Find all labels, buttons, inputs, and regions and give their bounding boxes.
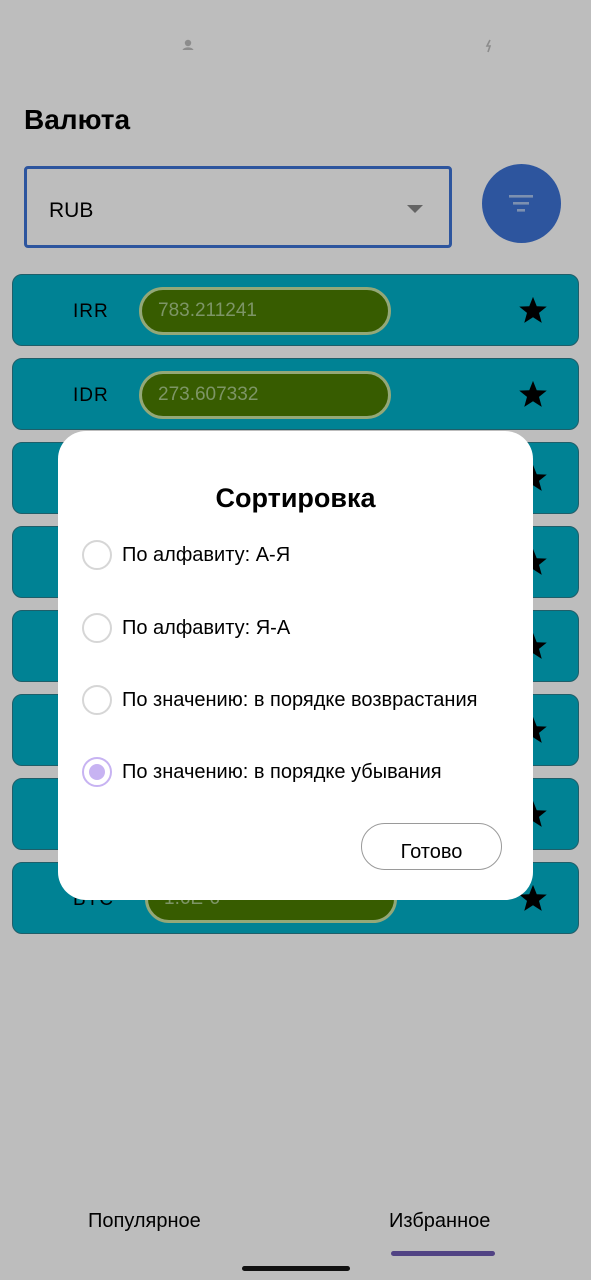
sort-option-alpha-asc[interactable]: По алфавиту: А-Я [82, 536, 522, 576]
sort-option-label: По алфавиту: Я-А [122, 617, 291, 639]
radio-button[interactable] [82, 613, 112, 643]
home-indicator[interactable] [242, 1266, 350, 1271]
done-button[interactable]: Готово [361, 823, 502, 870]
radio-button[interactable] [82, 685, 112, 715]
sort-option-value-desc[interactable]: По значению: в порядке убывания [82, 753, 522, 793]
sort-option-label: По значению: в порядке убывания [122, 761, 442, 783]
radio-button[interactable] [82, 540, 112, 570]
sort-option-label: По алфавиту: А-Я [122, 544, 291, 566]
sort-option-value-asc[interactable]: По значению: в порядке возврастания [82, 681, 522, 721]
dialog-title: Сортировка [215, 483, 376, 513]
radio-button-selected[interactable] [82, 757, 112, 787]
sort-option-label: По значению: в порядке возврастания [122, 689, 478, 711]
sort-dialog: Сортировка По алфавиту: А-Я По алфавиту:… [58, 431, 533, 900]
sort-option-alpha-desc[interactable]: По алфавиту: Я-А [82, 609, 522, 649]
